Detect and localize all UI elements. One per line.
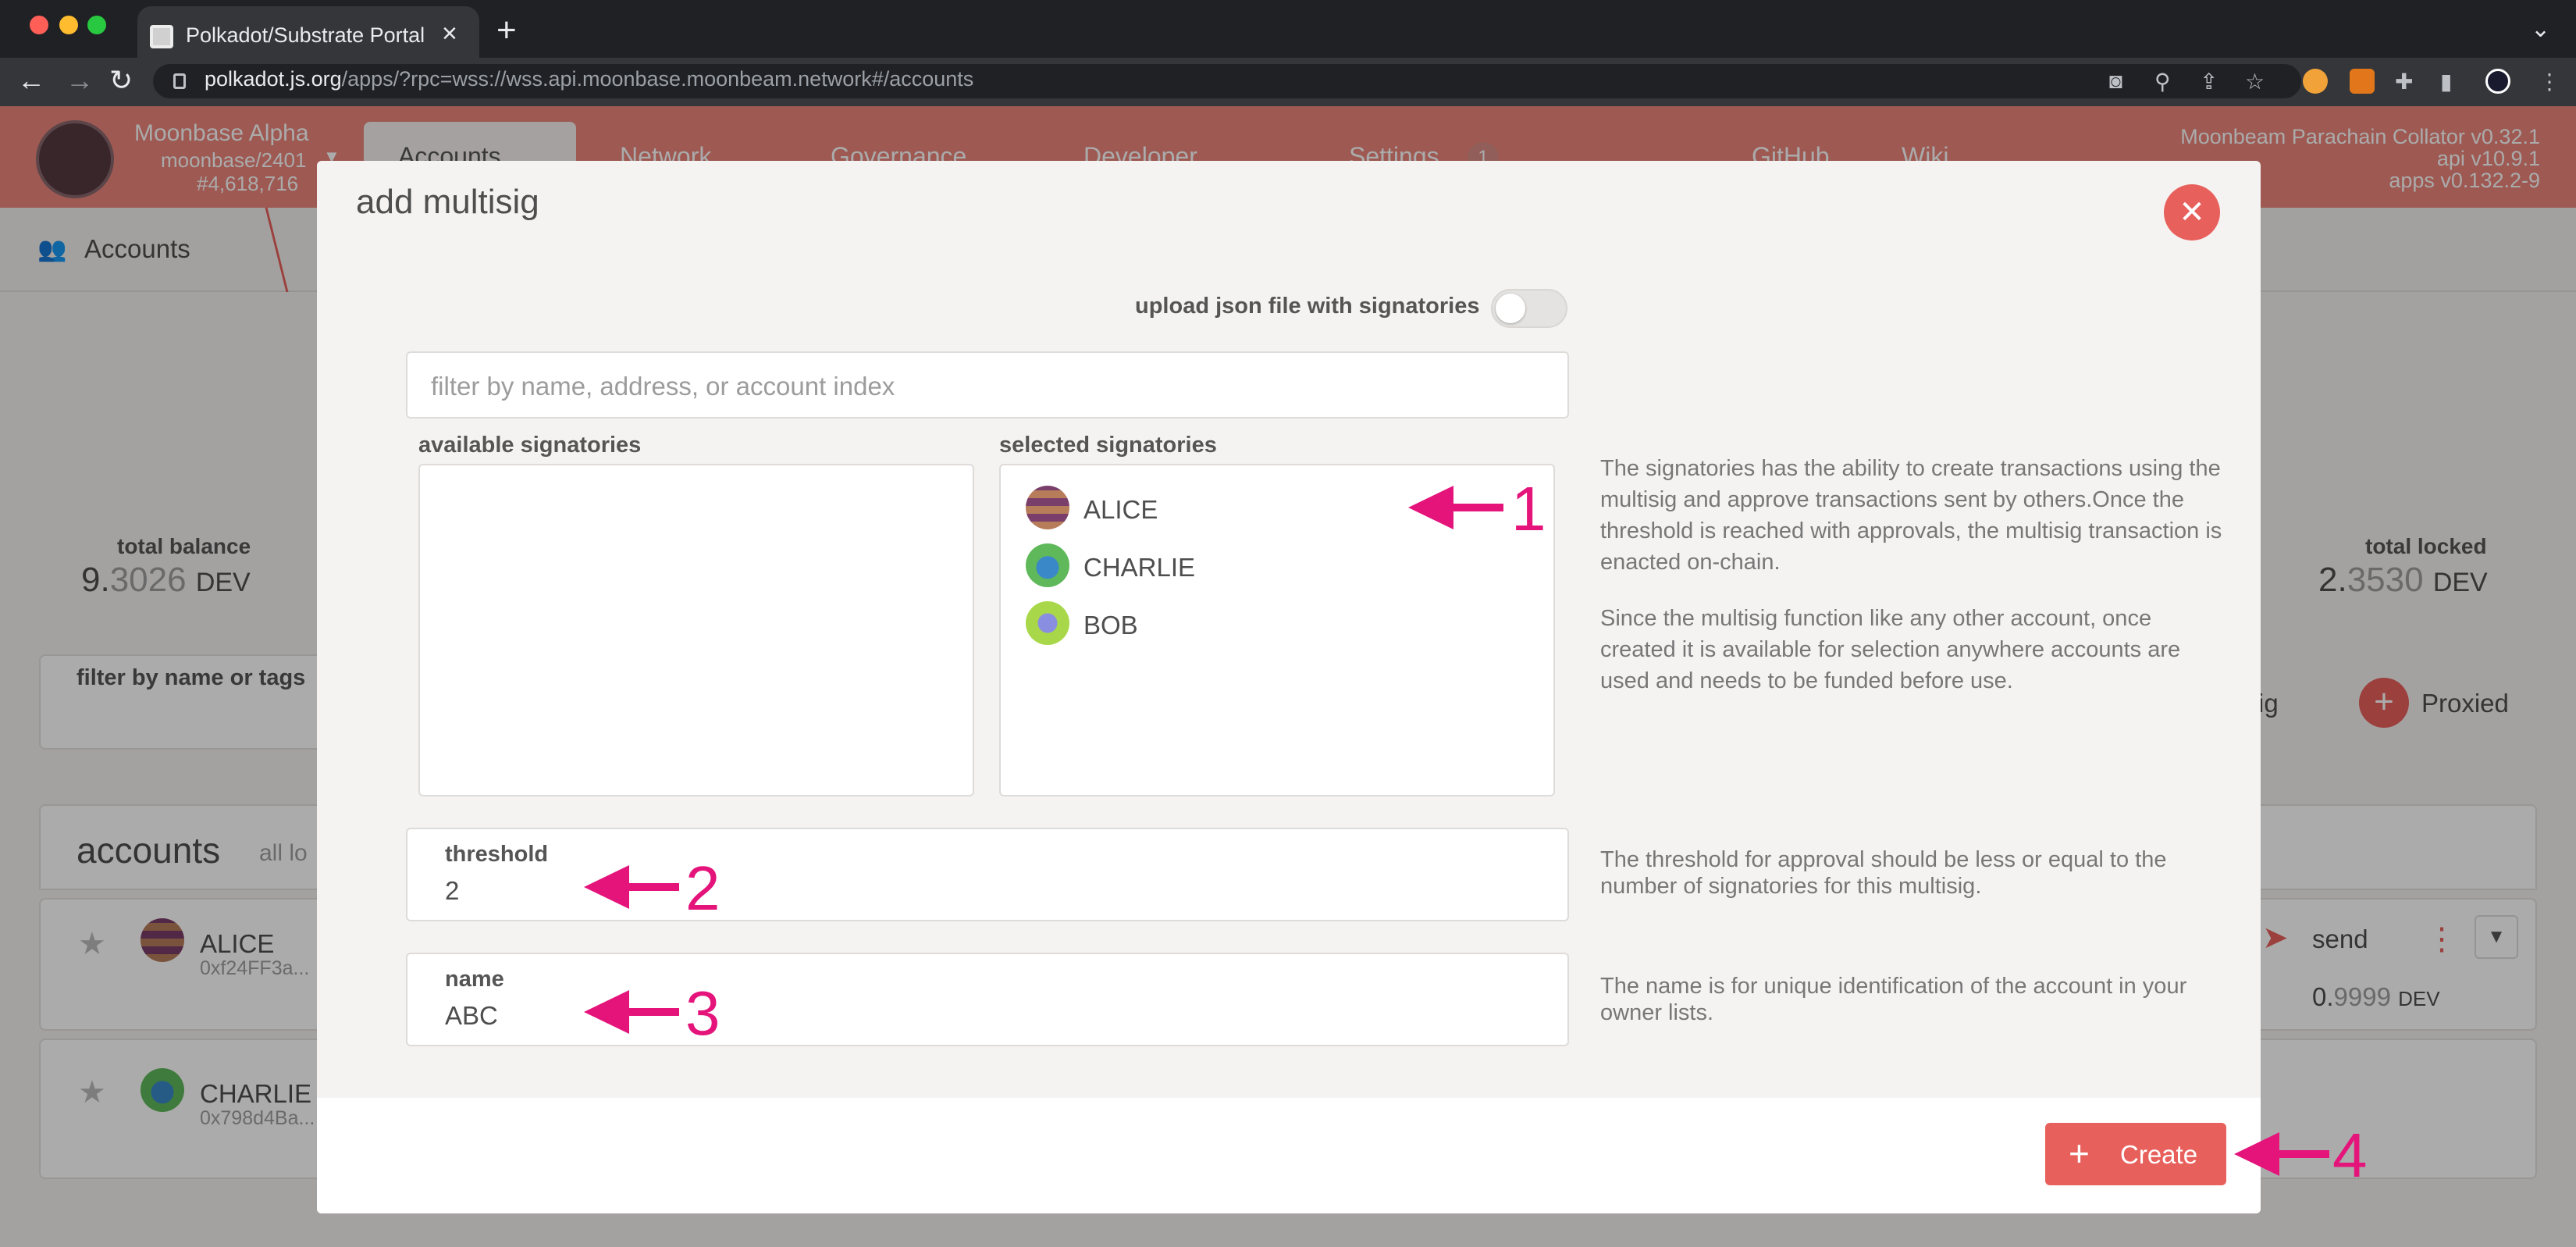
name-label: name bbox=[445, 967, 504, 992]
minimize-window-button[interactable] bbox=[59, 16, 78, 34]
threshold-value[interactable]: 2 bbox=[445, 876, 459, 906]
plus-icon: + bbox=[2069, 1133, 2090, 1174]
profile-avatar[interactable] bbox=[2485, 69, 2510, 94]
extension-metamask-icon[interactable] bbox=[2350, 69, 2375, 94]
help-threshold: The threshold for approval should be les… bbox=[1600, 847, 2167, 899]
browser-tab[interactable]: Polkadot/Substrate Portal × bbox=[137, 6, 479, 58]
new-tab-icon[interactable]: + bbox=[496, 11, 517, 50]
annotation-number: 4 bbox=[2332, 1121, 2368, 1190]
help-name: The name is for unique identification of… bbox=[1600, 974, 2187, 1025]
toggle-knob bbox=[1496, 294, 1525, 323]
share-icon[interactable]: ⇪ bbox=[2200, 69, 2218, 94]
threshold-label: threshold bbox=[445, 842, 549, 867]
available-signatories-list[interactable] bbox=[418, 464, 974, 796]
favicon-icon bbox=[150, 25, 173, 48]
annotation-arrow-2-shaft bbox=[626, 883, 679, 891]
zoom-icon[interactable]: ⚲ bbox=[2154, 69, 2171, 94]
threshold-input[interactable] bbox=[406, 828, 1569, 921]
annotation-number: 3 bbox=[685, 978, 720, 1048]
help-multisig-account: Since the multisig function like any oth… bbox=[1600, 606, 2181, 693]
annotation-arrow-3-shaft bbox=[626, 1008, 679, 1016]
tab-title: Polkadot/Substrate Portal bbox=[186, 23, 425, 47]
modal-title: add multisig bbox=[356, 183, 539, 221]
annotation-arrow-1-icon bbox=[1408, 486, 1453, 529]
close-modal-button[interactable]: ✕ bbox=[2164, 184, 2220, 240]
selected-signatories-label: selected signatories bbox=[999, 433, 1217, 458]
annotation-number: 1 bbox=[1511, 474, 1546, 543]
annotation-arrow-4-icon bbox=[2234, 1132, 2279, 1176]
extensions-puzzle-icon[interactable]: ✚ bbox=[2395, 69, 2413, 94]
annotation-arrow-1-shaft bbox=[1450, 504, 1503, 511]
lock-icon bbox=[173, 73, 186, 89]
forward-icon[interactable]: → bbox=[66, 64, 94, 97]
tab-search-chevron-icon[interactable]: ⌄ bbox=[2531, 16, 2550, 43]
modal-footer bbox=[317, 1098, 2261, 1213]
zoom-window-button[interactable] bbox=[87, 16, 106, 34]
annotation-number: 2 bbox=[685, 853, 720, 923]
url-text: polkadot.js.org/apps/?rpc=wss://wss.api.… bbox=[205, 67, 974, 91]
name-value[interactable]: ABC bbox=[445, 1001, 498, 1031]
create-button[interactable]: + Create bbox=[2045, 1123, 2226, 1185]
create-label: Create bbox=[2120, 1140, 2198, 1169]
selected-signatory[interactable]: ALICE bbox=[1083, 495, 1158, 525]
selected-signatory[interactable]: CHARLIE bbox=[1083, 553, 1195, 583]
browser-menu-icon[interactable]: ⋮ bbox=[2539, 69, 2560, 94]
annotation-arrow-3-icon bbox=[584, 990, 629, 1034]
back-icon[interactable]: ← bbox=[17, 64, 45, 97]
available-signatories-label: available signatories bbox=[418, 433, 642, 458]
identicon-avatar bbox=[1026, 543, 1069, 587]
upload-json-toggle[interactable] bbox=[1491, 289, 1567, 328]
identicon-avatar bbox=[1026, 601, 1069, 645]
help-signatories: The signatories has the ability to creat… bbox=[1600, 456, 2222, 575]
bookmark-star-icon[interactable]: ☆ bbox=[2245, 69, 2265, 94]
annotation-arrow-2-icon bbox=[584, 865, 629, 909]
name-input[interactable] bbox=[406, 953, 1569, 1046]
extension-polkadot-icon[interactable] bbox=[2303, 69, 2328, 94]
annotation-arrow-4-shaft bbox=[2276, 1150, 2329, 1158]
tab-close-icon[interactable]: × bbox=[442, 19, 457, 49]
upload-json-label: upload json file with signatories bbox=[1135, 294, 1480, 319]
selected-signatories-list[interactable] bbox=[999, 464, 1555, 796]
selected-signatory[interactable]: BOB bbox=[1083, 611, 1138, 640]
close-window-button[interactable] bbox=[30, 16, 48, 34]
signatory-filter-placeholder: filter by name, address, or account inde… bbox=[431, 372, 895, 401]
camera-blocked-icon[interactable]: ◙ bbox=[2109, 69, 2122, 94]
reload-icon[interactable]: ↻ bbox=[109, 64, 133, 97]
identicon-avatar bbox=[1026, 486, 1069, 529]
side-panel-icon[interactable]: ▮ bbox=[2440, 69, 2452, 94]
